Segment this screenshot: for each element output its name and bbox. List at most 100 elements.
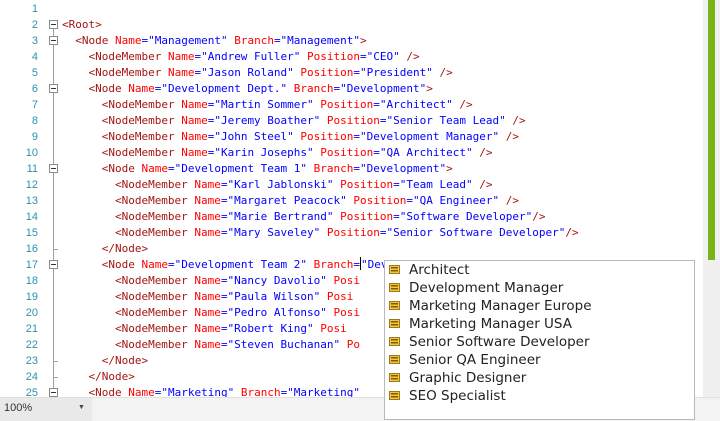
xml-attribute-value: ="Pedro Alfonso"	[220, 306, 327, 319]
xml-attribute-value: ="Margaret Peacock"	[220, 194, 347, 207]
xml-attribute-value: ="Paula Wilson"	[220, 290, 321, 303]
code-line[interactable]: <NodeMember Name="John Steel" Position="…	[102, 129, 519, 145]
xml-tag: />	[432, 66, 453, 79]
vertical-scrollbar[interactable]	[703, 0, 720, 397]
code-line[interactable]: <NodeMember Name="Nancy Davolio" Posi	[115, 273, 360, 289]
xml-attribute-name: Name	[121, 82, 155, 95]
xml-attribute-name: Branch	[234, 386, 281, 397]
chevron-down-icon[interactable]: ▼	[78, 404, 85, 411]
enum-value-icon	[389, 283, 400, 292]
autocomplete-item[interactable]: SEO Specialist	[385, 387, 694, 405]
collapse-toggle-icon[interactable]	[49, 164, 58, 173]
xml-attribute-name: Position	[320, 226, 380, 239]
line-number: 25	[25, 387, 38, 397]
xml-attribute-name: Name	[187, 210, 221, 223]
xml-attribute-value: ="Jason Roland"	[194, 66, 294, 79]
code-line[interactable]: <Root>	[62, 17, 102, 33]
xml-tag: <NodeMember	[114, 274, 188, 287]
xml-attribute-name: Name	[187, 226, 221, 239]
line-number: 9	[31, 131, 38, 143]
fold-guide-line	[53, 269, 54, 361]
line-number: 8	[31, 115, 38, 127]
collapse-toggle-icon[interactable]	[49, 36, 58, 45]
code-line[interactable]: <NodeMember Name="Andrew Fuller" Positio…	[88, 49, 419, 65]
code-line[interactable]: <NodeMember Name="Jeremy Boather" Positi…	[102, 113, 526, 129]
fold-guide-line	[53, 173, 54, 249]
collapse-toggle-icon[interactable]	[49, 388, 58, 397]
xml-tag: <NodeMember	[101, 130, 175, 143]
collapse-toggle-icon[interactable]	[49, 84, 58, 93]
line-number: 23	[25, 355, 38, 367]
xml-attribute-value: ="Development Dept."	[154, 82, 288, 95]
code-line[interactable]: <NodeMember Name="Steven Buchanan" Po	[115, 337, 360, 353]
xml-attribute-value: ="Karl Jablonski"	[220, 178, 334, 191]
code-line[interactable]: <NodeMember Name="Marie Bertrand" Positi…	[115, 209, 546, 225]
code-line[interactable]: <NodeMember Name="Jason Roland" Position…	[88, 65, 452, 81]
xml-attribute-value: ="Senior Team Lead"	[379, 114, 506, 127]
code-line[interactable]: </Node>	[88, 369, 134, 385]
collapse-toggle-icon[interactable]	[49, 20, 58, 29]
xml-attribute-value: ="QA Engineer"	[406, 194, 500, 207]
code-line[interactable]: <NodeMember Name="Pedro Alfonso" Posi	[115, 305, 360, 321]
autocomplete-item[interactable]: Marketing Manager USA	[385, 315, 694, 333]
autocomplete-item[interactable]: Senior Software Developer	[385, 333, 694, 351]
xml-tag: >	[360, 34, 367, 47]
xml-attribute-name: Posi	[320, 290, 354, 303]
fold-end-marker	[53, 249, 58, 250]
xml-attribute-name: Name	[187, 322, 221, 335]
xml-tag: <NodeMember	[114, 322, 188, 335]
collapse-toggle-icon[interactable]	[49, 260, 58, 269]
scrollbar-thumb[interactable]	[708, 0, 715, 260]
line-number: 17	[25, 259, 38, 271]
xml-tag: <NodeMember	[114, 338, 188, 351]
xml-attribute-value: ="President"	[353, 66, 433, 79]
xml-attribute-name: Name	[187, 194, 221, 207]
xml-tag: </Node>	[101, 242, 149, 255]
autocomplete-popup[interactable]: Architect Development Manager Marketing Ma…	[384, 260, 695, 420]
xml-attribute-value: ="Development Team 1"	[167, 162, 308, 175]
autocomplete-item[interactable]: Graphic Designer	[385, 369, 694, 387]
xml-tag: <Node	[101, 258, 135, 271]
xml-attribute-value: ="Senior Software Developer"	[379, 226, 566, 239]
line-number: 10	[25, 147, 38, 159]
xml-attribute-name: Name	[174, 130, 208, 143]
code-line[interactable]: <NodeMember Name="Mary Saveley" Position…	[115, 225, 579, 241]
autocomplete-item[interactable]: Senior QA Engineer	[385, 351, 694, 369]
code-line[interactable]: <Node Name="Marketing" Branch="Marketing…	[88, 385, 360, 397]
xml-attribute-value: ="Andrew Fuller"	[194, 50, 301, 63]
line-number: 24	[25, 371, 38, 383]
xml-attribute-value: =	[353, 258, 361, 271]
code-line[interactable]: </Node>	[102, 353, 148, 369]
xml-tag: <NodeMember	[114, 178, 188, 191]
autocomplete-item[interactable]: Marketing Manager Europe	[385, 297, 694, 315]
autocomplete-item[interactable]: Development Manager	[385, 279, 694, 297]
xml-tag: />	[505, 114, 526, 127]
code-line[interactable]: <NodeMember Name="Karin Josephs" Positio…	[102, 145, 493, 161]
xml-attribute-name: Branch	[227, 34, 274, 47]
code-line[interactable]: </Node>	[102, 241, 148, 257]
xml-attribute-name: Name	[174, 98, 208, 111]
code-line[interactable]: <NodeMember Name="Paula Wilson" Posi	[115, 289, 353, 305]
code-line[interactable]: <Node Name="Development Dept." Branch="D…	[88, 81, 432, 97]
xml-tag: <NodeMember	[101, 98, 175, 111]
zoom-dropdown[interactable]: 100% ▼	[0, 398, 92, 421]
xml-attribute-value: ="Development Team 2"	[167, 258, 308, 271]
xml-attribute-name: Name	[187, 178, 221, 191]
autocomplete-item[interactable]: Architect	[385, 261, 694, 279]
xml-attribute-value: ="Development Manager"	[353, 130, 500, 143]
code-line[interactable]: <NodeMember Name="Karl Jablonski" Positi…	[115, 177, 493, 193]
line-number: 18	[25, 275, 38, 287]
code-line[interactable]: <NodeMember Name="Margaret Peacock" Posi…	[115, 193, 519, 209]
xml-attribute-name: Name	[187, 338, 221, 351]
code-line[interactable]: <Node Name="Development Team 1" Branch="…	[102, 161, 453, 177]
xml-attribute-name: Name	[134, 258, 168, 271]
xml-attribute-name: Name	[108, 34, 142, 47]
code-line[interactable]: <Node Name="Management" Branch="Manageme…	[75, 33, 366, 49]
code-line[interactable]: <NodeMember Name="Martin Sommer" Positio…	[102, 97, 473, 113]
xml-attribute-value: ="Development"	[353, 162, 447, 175]
xml-tag: />	[472, 178, 493, 191]
xml-attribute-value: ="Software Developer"	[393, 210, 533, 223]
xml-attribute-value: ="Marketing"	[154, 386, 235, 397]
code-line[interactable]: <NodeMember Name="Robert King" Posi	[115, 321, 347, 337]
enum-value-icon	[389, 319, 400, 328]
